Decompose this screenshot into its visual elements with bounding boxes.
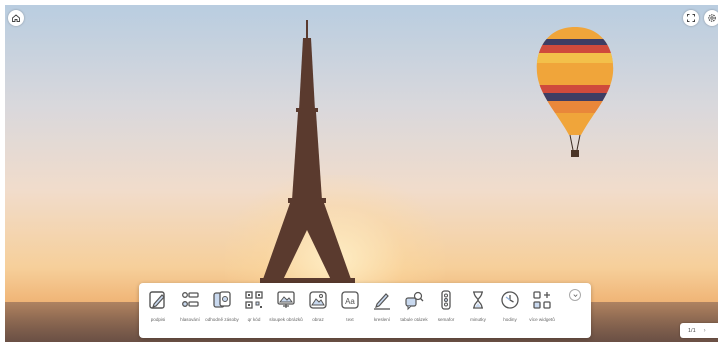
image-icon <box>309 291 327 309</box>
home-icon <box>12 14 20 22</box>
signature-icon <box>149 291 165 309</box>
clock-icon <box>501 291 519 309</box>
svg-text:Aa: Aa <box>345 297 355 306</box>
chevron-down-icon <box>572 293 578 297</box>
widget-toolbar: podpisi hlasování odhodně zásoby qr kód … <box>139 283 591 338</box>
tool-more-widgets[interactable]: více widgetů <box>526 289 558 323</box>
qr-code-icon <box>245 291 263 309</box>
cards-icon <box>213 291 231 308</box>
settings-button[interactable] <box>704 10 718 26</box>
more-widgets-icon <box>533 291 551 309</box>
poll-icon <box>182 292 199 307</box>
home-button[interactable] <box>8 10 24 26</box>
page-indicator[interactable]: 1/1 › <box>680 323 718 338</box>
chevron-right-icon: › <box>703 327 706 334</box>
fullscreen-icon <box>687 14 695 22</box>
hourglass-icon <box>473 291 483 309</box>
tool-label: více widgetů <box>529 317 555 322</box>
question-board-icon <box>405 291 424 311</box>
eiffel-tower-image <box>260 20 355 285</box>
pen-icon <box>374 293 390 310</box>
text-icon: Aa <box>341 291 359 309</box>
page-number: 1/1 <box>688 327 696 334</box>
fullscreen-button[interactable] <box>683 10 699 26</box>
gear-icon <box>708 14 716 22</box>
image-gallery-icon <box>277 291 295 308</box>
collapse-toolbar-button[interactable] <box>569 289 581 301</box>
traffic-light-icon <box>441 290 451 310</box>
hot-air-balloon-image <box>536 27 614 157</box>
